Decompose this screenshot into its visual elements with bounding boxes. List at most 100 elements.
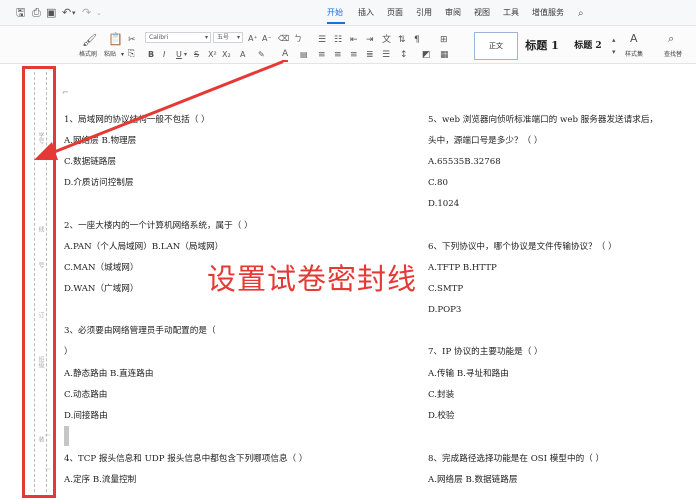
style-heading-1-label: 标题 1	[525, 39, 559, 52]
search-icon[interactable]: ⌕	[578, 7, 584, 21]
align-center-icon[interactable]: ≡	[334, 49, 342, 61]
paste-icon[interactable]: 📋	[108, 33, 123, 45]
numbering-icon[interactable]: ☷	[334, 34, 342, 46]
copy-icon[interactable]: ⎘	[128, 48, 135, 60]
shading-icon[interactable]: ◩	[422, 49, 431, 61]
highlight-icon[interactable]: ✎	[258, 49, 265, 61]
clear-format-icon[interactable]: ⌫	[278, 33, 289, 45]
question-line: D.WAN（广域网）	[64, 284, 139, 294]
shrink-font-icon[interactable]: A⁻	[262, 33, 272, 45]
tab-stop-icon[interactable]: ⊞	[440, 34, 448, 46]
show-marks-icon[interactable]: ¶	[414, 34, 420, 46]
paste-button[interactable]: 粘贴	[104, 51, 116, 59]
undo-icon[interactable]: ↶	[62, 6, 71, 20]
styles-set-icon[interactable]: A	[630, 33, 638, 45]
print-preview-icon[interactable]: ▣	[46, 6, 56, 20]
question-line: 6、下列协议中，哪个协议是文件传输协议？（ ）	[428, 242, 617, 252]
distribute-icon[interactable]: ☰	[382, 49, 390, 61]
save-icon[interactable]: 🖫	[16, 6, 25, 20]
font-color-icon[interactable]: A	[282, 48, 289, 62]
styles-scroll-icon[interactable]: ▴ ▾	[612, 34, 616, 58]
superscript-icon[interactable]: X²	[208, 49, 217, 61]
question-line: 4、TCP 报头信息和 UDP 报头信息中都包含下列哪项信息（ ）	[64, 454, 308, 464]
tab-review[interactable]: 审阅	[445, 7, 461, 19]
find-replace-icon[interactable]: ⌕	[668, 33, 674, 45]
font-name-value: Calibri	[149, 34, 169, 41]
style-heading-2-label: 标题 2	[574, 41, 602, 51]
text-effect-icon[interactable]: A	[240, 49, 245, 61]
subscript-icon[interactable]: X₂	[222, 49, 231, 61]
increase-indent-icon[interactable]: ⇥	[366, 34, 374, 46]
sort-icon[interactable]: ⇅	[398, 34, 406, 46]
underline-icon[interactable]: U	[176, 49, 182, 61]
question-line: A.65535B.32768	[428, 157, 501, 167]
font-size-select[interactable]: 五号 ▾	[213, 32, 243, 43]
question-line: C.80	[428, 178, 448, 188]
page-marker	[64, 426, 69, 446]
style-normal-label: 正文	[489, 42, 503, 50]
strikethrough-icon[interactable]: S	[194, 49, 199, 61]
paste-dropdown-icon[interactable]: ▾	[121, 51, 124, 59]
styles-set-button[interactable]: 样式集	[625, 51, 643, 59]
font-size-dropdown-icon: ▾	[236, 34, 240, 41]
tab-page[interactable]: 页面	[387, 7, 403, 19]
tab-home[interactable]: 开始	[327, 7, 343, 19]
tab-reference[interactable]: 引用	[416, 7, 432, 19]
question-line: D.校验	[428, 411, 455, 421]
grow-font-icon[interactable]: A⁺	[248, 33, 258, 45]
italic-icon[interactable]: I	[163, 49, 165, 61]
border-icon[interactable]: ▦	[440, 49, 449, 61]
find-replace-button[interactable]: 查找替	[664, 51, 682, 59]
question-line: D.间接路由	[64, 411, 108, 421]
bold-icon[interactable]: B	[148, 49, 154, 61]
cut-icon[interactable]: ✂	[128, 34, 136, 46]
style-heading-2[interactable]: 标题 2	[566, 32, 610, 60]
question-line: 1、局域网的协议结构一般不包括（ ）	[64, 115, 210, 125]
print-icon[interactable]: ⎙	[32, 6, 41, 20]
question-line: A.传输 B.寻址和路由	[428, 369, 509, 379]
annotation-caption: 设置试卷密封线	[207, 262, 418, 296]
question-line: 2、一座大楼内的一个计算机网络系统，属于（ ）	[64, 221, 253, 231]
tab-value-added[interactable]: 增值服务	[532, 7, 564, 19]
phonetic-icon[interactable]: ㄅ	[294, 33, 302, 45]
tab-view[interactable]: 视图	[474, 7, 490, 19]
format-painter-button[interactable]: 格式刷	[79, 51, 97, 59]
underline-dropdown-icon[interactable]: ▾	[184, 49, 187, 61]
question-line: C.封装	[428, 390, 455, 400]
question-line: C.MAN（城域网）	[64, 263, 139, 273]
style-heading-1[interactable]: 标题 1	[520, 32, 564, 60]
highlight-frame-seal-line	[22, 66, 56, 498]
align-left-icon[interactable]: ≡	[318, 49, 326, 61]
more-icon[interactable]: ⌄	[96, 6, 102, 20]
question-line: ）	[64, 347, 73, 357]
tab-tools[interactable]: 工具	[503, 7, 519, 19]
question-line: C.动态路由	[64, 390, 108, 400]
font-size-value: 五号	[217, 34, 230, 41]
align-right-icon[interactable]: ≡	[350, 49, 358, 61]
char-shading-icon[interactable]: ▤	[300, 49, 308, 61]
question-line: 8、完成路径选择功能是在 OSI 模型中的（ ）	[428, 454, 605, 464]
undo-dropdown-icon[interactable]: ▾	[72, 6, 76, 20]
question-line: D.1024	[428, 199, 460, 209]
bullets-icon[interactable]: ☰	[318, 34, 326, 46]
decrease-indent-icon[interactable]: ⇤	[350, 34, 358, 46]
question-line: 头中，源端口号是多少？（ ）	[428, 136, 543, 146]
question-line: A.网络层 B.数据链路层	[428, 475, 518, 485]
question-line: A.网络层 B.物理层	[64, 136, 137, 146]
question-line: 7、IP 协议的主要功能是（ ）	[428, 347, 543, 357]
title-tab-bar: 🖫 ⎙ ▣ ↶ ▾ ↷ ⌄ 开始 插入 页面 引用 审阅 视图 工具 增值服务 …	[0, 0, 696, 26]
redo-icon[interactable]: ↷	[82, 6, 91, 20]
question-line: A.定序 B.流量控制	[64, 475, 137, 485]
justify-icon[interactable]: ≣	[366, 49, 374, 61]
font-name-select[interactable]: Calibri ▾	[145, 32, 211, 43]
question-line: C.数据链路层	[64, 157, 116, 167]
ribbon-toolbar: 🖌 格式刷 📋 粘贴 ▾ ✂ ⎘ Calibri ▾ 五号 ▾ A⁺ A⁻ ⌫ …	[0, 26, 696, 64]
format-painter-icon[interactable]: 🖌	[82, 34, 97, 46]
line-spacing-icon[interactable]: ↕	[400, 49, 408, 61]
question-line: A.静态路由 B.直连路由	[64, 369, 154, 379]
question-line: D.介质访问控制层	[64, 178, 134, 188]
chinese-layout-icon[interactable]: 文	[382, 34, 391, 46]
tab-insert[interactable]: 插入	[358, 7, 374, 19]
question-line: C.SMTP	[428, 284, 464, 294]
style-normal[interactable]: 正文	[474, 32, 518, 60]
